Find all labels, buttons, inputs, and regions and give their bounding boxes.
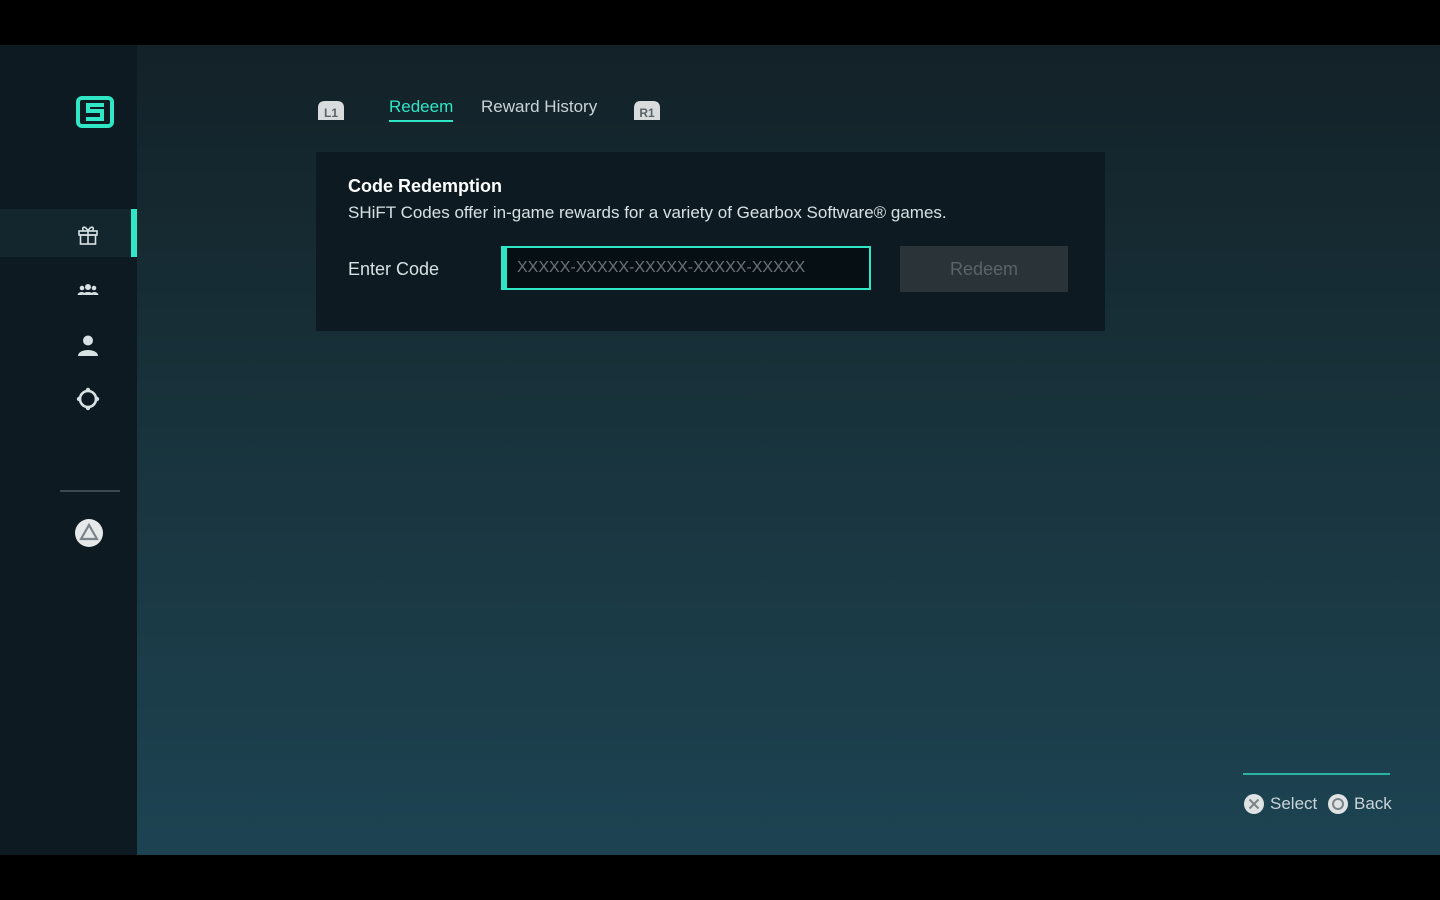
sidebar-item-profile[interactable] [0, 320, 137, 368]
hint-back-label: Back [1354, 794, 1392, 813]
friends-icon [77, 284, 99, 295]
svg-text:R1: R1 [639, 106, 655, 120]
hints-divider [1243, 773, 1390, 775]
gift-icon [78, 226, 98, 245]
code-redemption-panel: Code Redemption SHiFT Codes offer in-gam… [316, 152, 1105, 331]
settings-icon [76, 387, 100, 411]
hint-back[interactable]: Back [1327, 793, 1392, 815]
l1-bumper-icon[interactable]: L1 [316, 99, 346, 121]
letterbox-bottom [0, 855, 1440, 900]
tab-redeem[interactable]: Redeem [389, 97, 454, 122]
sidebar-item-settings[interactable] [0, 374, 137, 422]
sidebar-item-friends[interactable] [0, 265, 137, 313]
letterbox-top [0, 0, 1440, 45]
circle-button-icon [1328, 794, 1348, 814]
r1-bumper-icon[interactable]: R1 [632, 99, 662, 121]
panel-title: Code Redemption [348, 176, 503, 196]
sidebar-divider [60, 490, 120, 492]
code-input[interactable] [501, 246, 871, 290]
svg-text:L1: L1 [324, 106, 338, 120]
panel-description: SHiFT Codes offer in-game rewards for a … [348, 203, 947, 222]
redeem-button[interactable]: Redeem [900, 246, 1068, 292]
hint-select-label: Select [1270, 794, 1318, 813]
enter-code-label: Enter Code [348, 259, 440, 279]
sidebar-item-rewards[interactable] [0, 209, 137, 257]
cross-button-icon [1244, 794, 1264, 814]
main-screen: L1 Redeem Reward History R1 Code Redempt… [0, 45, 1440, 855]
tab-reward-history[interactable]: Reward History [481, 97, 597, 120]
shift-logo-icon [76, 96, 114, 128]
profile-icon [78, 335, 98, 356]
sidebar [0, 45, 137, 855]
hint-select[interactable]: Select [1243, 793, 1317, 815]
playstation-triangle-icon[interactable] [74, 518, 104, 548]
